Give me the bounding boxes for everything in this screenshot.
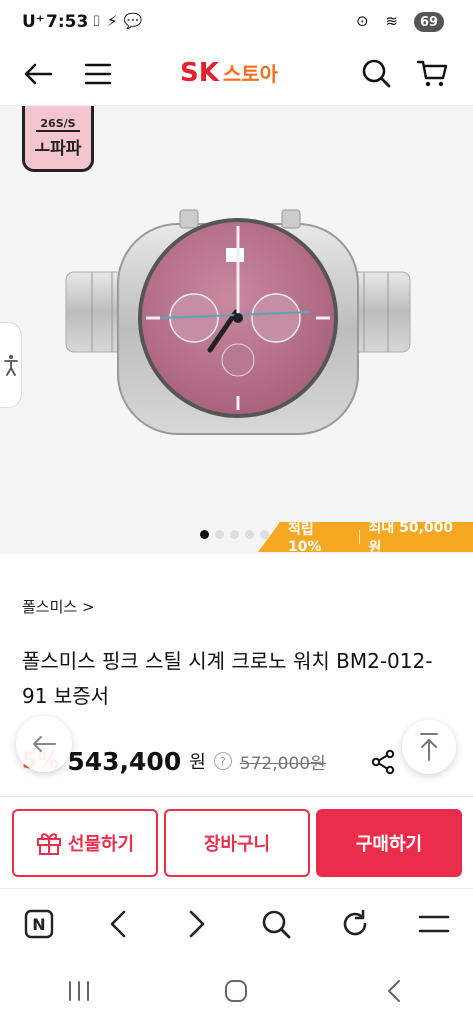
share-button[interactable] bbox=[370, 749, 396, 779]
chevron-left-icon bbox=[110, 910, 126, 937]
sk-stoa-logo[interactable]: SK 스토아 bbox=[180, 58, 278, 88]
price-unit: 원 bbox=[189, 752, 206, 773]
naver-icon: N bbox=[25, 909, 54, 938]
naver-home-button[interactable]: N bbox=[17, 902, 61, 946]
product-title: 폴스미스 핑크 스틸 시계 크로노 워치 BM2-012-91 보증서 bbox=[22, 649, 433, 708]
watch-image bbox=[65, 209, 411, 435]
system-back-button[interactable] bbox=[372, 969, 416, 1013]
browser-menu-button[interactable] bbox=[412, 902, 456, 946]
carousel-dot[interactable] bbox=[245, 530, 254, 539]
chevron-left-icon bbox=[388, 980, 401, 1002]
accessibility-icon bbox=[3, 355, 18, 376]
share-icon bbox=[371, 749, 395, 775]
browser-search-button[interactable] bbox=[254, 902, 298, 946]
app-header: SK 스토아 bbox=[0, 44, 473, 106]
home-button[interactable] bbox=[214, 969, 258, 1013]
status-bar: U⁺ 7:53 ⌷⚡💬 ⊙ ≋ ıl 69 bbox=[0, 0, 473, 44]
cart-label: 장바구니 bbox=[203, 834, 271, 855]
clock: 7:53 bbox=[46, 12, 89, 32]
search-button[interactable] bbox=[356, 53, 396, 93]
carousel-dot[interactable] bbox=[230, 530, 239, 539]
chevron-right-icon bbox=[189, 910, 205, 937]
recent-apps-icon bbox=[68, 981, 89, 1001]
gift-icon bbox=[36, 833, 61, 855]
arrow-left-icon bbox=[24, 63, 53, 85]
accessibility-tab[interactable] bbox=[0, 322, 22, 408]
promo-max: 최대 50,000원 bbox=[368, 520, 454, 556]
shopping-cart-icon bbox=[416, 60, 448, 87]
battery-icon: 69 bbox=[414, 12, 444, 32]
browser-forward-button[interactable] bbox=[175, 902, 219, 946]
original-price: 572,000원 bbox=[239, 753, 326, 774]
logo-sk-text: SK bbox=[180, 58, 219, 88]
buy-label: 구매하기 bbox=[355, 834, 423, 855]
back-button[interactable] bbox=[18, 54, 58, 94]
price-help-icon[interactable]: ? bbox=[213, 752, 232, 770]
carrier-label: U⁺ bbox=[22, 12, 45, 32]
gift-button[interactable]: 선물하기 bbox=[12, 809, 158, 877]
reload-icon bbox=[343, 909, 367, 935]
reload-button[interactable] bbox=[333, 902, 377, 946]
brand-badge: 26S/S ㅗ파파 bbox=[22, 106, 94, 172]
hamburger-icon bbox=[418, 915, 449, 932]
promo-banner: 적립 10% 최대 50,000원 bbox=[258, 522, 473, 552]
buy-button[interactable]: 구매하기 bbox=[316, 809, 462, 877]
carousel-dot[interactable] bbox=[200, 530, 209, 539]
system-navigation bbox=[0, 958, 473, 1024]
hamburger-icon bbox=[84, 63, 112, 85]
brand-link[interactable]: 폴스미스 > bbox=[22, 596, 95, 617]
badge-name: ㅗ파파 bbox=[34, 138, 82, 159]
naver-letter: N bbox=[33, 915, 46, 934]
menu-button[interactable] bbox=[78, 54, 118, 94]
search-icon bbox=[362, 59, 391, 88]
logo-store-text: 스토아 bbox=[222, 62, 279, 86]
purchase-bar: 선물하기 장바구니 구매하기 bbox=[0, 796, 473, 888]
floating-back-button[interactable] bbox=[16, 716, 72, 772]
browser-toolbar: N bbox=[0, 888, 473, 958]
badge-season: 26S/S bbox=[36, 117, 80, 132]
gift-label: 선물하기 bbox=[67, 834, 135, 855]
cart-button[interactable] bbox=[412, 53, 452, 93]
add-to-cart-button[interactable]: 장바구니 bbox=[164, 809, 310, 877]
product-image[interactable] bbox=[0, 106, 473, 554]
carousel-dot[interactable] bbox=[215, 530, 224, 539]
recent-apps-button[interactable] bbox=[57, 969, 101, 1013]
arrow-up-icon bbox=[420, 733, 438, 761]
sale-price: 543,400 bbox=[67, 746, 182, 776]
search-icon bbox=[262, 910, 291, 938]
promo-points: 적립 10% bbox=[288, 522, 322, 555]
browser-back-button[interactable] bbox=[96, 902, 140, 946]
notification-icons: ⌷⚡💬 bbox=[92, 12, 149, 30]
home-icon bbox=[225, 980, 248, 1002]
scroll-top-button[interactable] bbox=[402, 720, 456, 774]
arrow-left-icon bbox=[33, 736, 56, 752]
promo-divider bbox=[359, 530, 361, 544]
